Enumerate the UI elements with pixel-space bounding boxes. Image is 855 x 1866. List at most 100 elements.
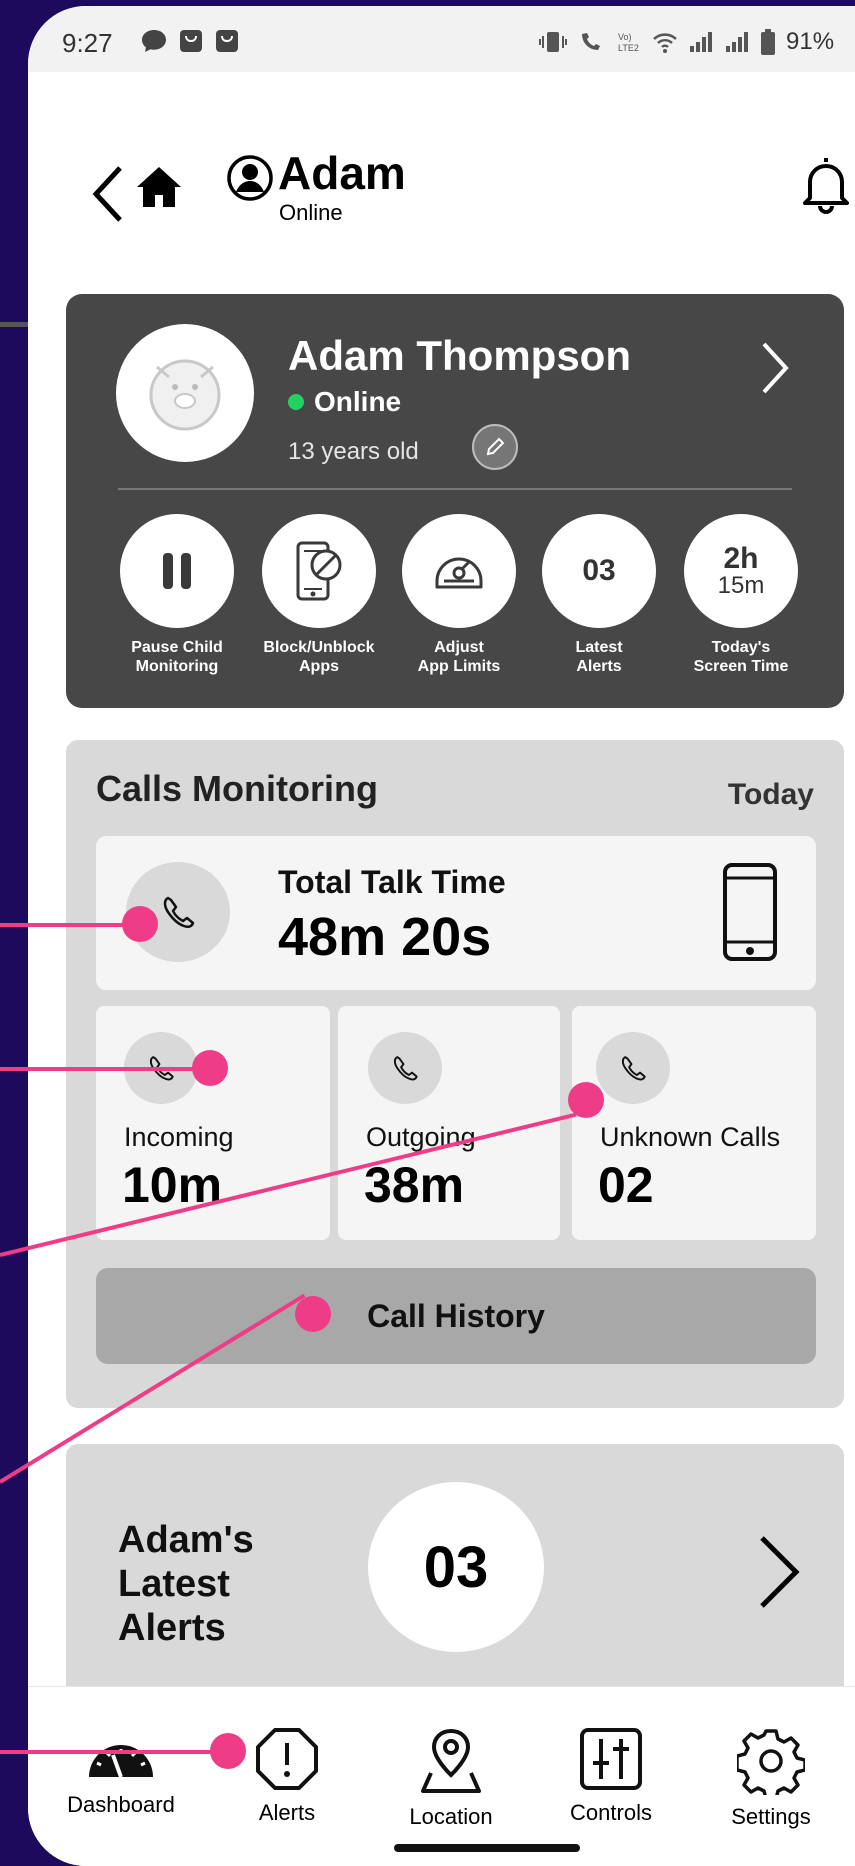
bottom-navigation: Dashboard Alerts Location Controls Setti… xyxy=(28,1686,855,1866)
latest-alerts-title: Adam's Latest Alerts xyxy=(118,1519,254,1649)
annotation-dot xyxy=(192,1050,228,1086)
svg-text:LTE2: LTE2 xyxy=(618,43,639,53)
bag-icon xyxy=(180,30,202,52)
annotation-dot xyxy=(122,906,158,942)
nav-label: Alerts xyxy=(258,1800,316,1825)
latest-alerts-count: 03 xyxy=(582,554,616,587)
system-icons: Vo) LTE2 91% xyxy=(538,28,834,56)
home-icon[interactable] xyxy=(134,164,184,210)
adjust-limits-action[interactable]: Adjust App Limits xyxy=(384,514,534,676)
incoming-label: Incoming xyxy=(124,1122,234,1152)
latest-alerts-button[interactable]: 03 xyxy=(542,514,656,628)
outgoing-calls-box[interactable]: Outgoing 38m xyxy=(338,1006,560,1240)
notification-icons xyxy=(140,28,240,54)
app-header: Adam Online xyxy=(28,146,855,246)
nav-label: Controls xyxy=(570,1800,652,1825)
mobile-phone-icon xyxy=(723,863,777,961)
pause-monitoring-action[interactable]: Pause Child Monitoring xyxy=(102,514,252,676)
block-phone-icon xyxy=(296,541,342,601)
total-talk-time-box: Total Talk Time 48m 20s xyxy=(96,836,816,990)
adjust-limits-button[interactable] xyxy=(402,514,516,628)
speedometer-icon xyxy=(435,557,483,589)
online-status: Online xyxy=(288,386,401,418)
home-indicator xyxy=(394,1844,580,1852)
left-edge-strip xyxy=(0,322,28,327)
header-status: Online xyxy=(279,200,343,225)
latest-alerts-action[interactable]: 03 Latest Alerts xyxy=(524,514,674,676)
annotation-line xyxy=(0,1750,228,1754)
pencil-icon xyxy=(486,437,505,456)
alerts-chevron-right-icon[interactable] xyxy=(756,1534,802,1610)
phone-icon xyxy=(163,896,195,929)
child-age: 13 years old xyxy=(288,438,419,465)
block-apps-button[interactable] xyxy=(262,514,376,628)
header-child-name: Adam xyxy=(278,147,406,199)
status-bar: 9:27 Vo) LTE2 91% xyxy=(28,6,855,72)
alert-octagon-icon xyxy=(256,1728,318,1790)
gear-icon xyxy=(735,1729,807,1801)
nav-location[interactable]: Location xyxy=(376,1727,526,1830)
alerts-count: 03 xyxy=(368,1482,544,1652)
unknown-calls-label: Unknown Calls xyxy=(600,1122,781,1152)
speedometer-icon xyxy=(89,1745,153,1778)
bag-icon xyxy=(216,30,238,52)
screen-time-button[interactable]: 2h 15m xyxy=(684,514,798,628)
nav-controls[interactable]: Controls xyxy=(536,1727,686,1826)
period-filter[interactable]: Today xyxy=(728,778,814,812)
message-icon xyxy=(142,30,166,52)
volte-icon: Vo)LTE2 xyxy=(618,32,639,53)
calls-monitoring-card: Calls Monitoring Today Total Talk Time 4… xyxy=(66,740,844,1408)
bell-icon[interactable] xyxy=(800,154,852,214)
battery-level: 91% xyxy=(786,28,835,55)
vibrate-icon xyxy=(539,32,567,52)
signal-icon xyxy=(726,32,748,52)
calls-monitoring-title: Calls Monitoring xyxy=(96,768,378,809)
outgoing-phone-circle xyxy=(368,1032,442,1104)
block-apps-action[interactable]: Block/Unblock Apps xyxy=(244,514,394,676)
unknown-phone-circle xyxy=(596,1032,670,1104)
pig-avatar-icon xyxy=(149,359,221,431)
annotation-line xyxy=(0,923,140,927)
pause-label: Pause Child Monitoring xyxy=(131,639,223,675)
latest-alerts-label: Latest Alerts xyxy=(575,639,623,675)
online-dot xyxy=(288,394,304,410)
screen-time-label: Today's Screen Time xyxy=(693,639,789,675)
signal-icon xyxy=(690,32,712,52)
annotation-line xyxy=(0,1067,210,1071)
profile-avatar xyxy=(116,324,254,462)
child-full-name: Adam Thompson xyxy=(288,332,631,379)
unknown-calls-value: 02 xyxy=(598,1157,654,1213)
screen-time-minutes: 15m xyxy=(717,572,765,599)
sliders-icon xyxy=(580,1728,642,1790)
edit-profile-button[interactable] xyxy=(472,424,518,470)
child-profile-card: Adam Thompson Online 13 years old Pause … xyxy=(66,294,844,708)
profile-divider xyxy=(118,488,792,490)
nav-label: Dashboard xyxy=(67,1792,175,1817)
annotation-dot xyxy=(295,1296,331,1332)
screen-time-action[interactable]: 2h 15m Today's Screen Time xyxy=(666,514,816,676)
phone-icon xyxy=(621,1056,646,1081)
call-history-button[interactable]: Call History xyxy=(96,1268,816,1364)
nav-label: Settings xyxy=(731,1804,811,1829)
nav-settings[interactable]: Settings xyxy=(696,1727,846,1830)
screen-time-hours: 2h xyxy=(723,542,759,575)
battery-icon xyxy=(761,29,775,55)
wifi-icon xyxy=(653,33,677,53)
pause-button[interactable] xyxy=(120,514,234,628)
total-talk-time-value: 48m 20s xyxy=(278,907,492,967)
phone-icon xyxy=(393,1056,418,1081)
outgoing-value: 38m xyxy=(364,1157,465,1213)
wifi-call-icon xyxy=(582,33,600,50)
user-avatar-icon xyxy=(227,155,273,201)
unknown-calls-box[interactable]: Unknown Calls 02 xyxy=(572,1006,816,1240)
latest-alerts-card[interactable]: Adam's Latest Alerts 03 xyxy=(66,1444,844,1720)
location-pin-icon xyxy=(421,1728,481,1793)
online-status-text: Online xyxy=(314,386,402,417)
svg-text:Vo): Vo) xyxy=(618,32,632,42)
total-talk-time-label: Total Talk Time xyxy=(278,864,506,900)
nav-label: Location xyxy=(409,1804,493,1829)
profile-chevron-right-icon[interactable] xyxy=(758,340,790,396)
nav-dashboard[interactable]: Dashboard xyxy=(46,1727,196,1818)
back-arrow-icon[interactable] xyxy=(90,164,126,224)
pause-icon xyxy=(163,553,191,589)
